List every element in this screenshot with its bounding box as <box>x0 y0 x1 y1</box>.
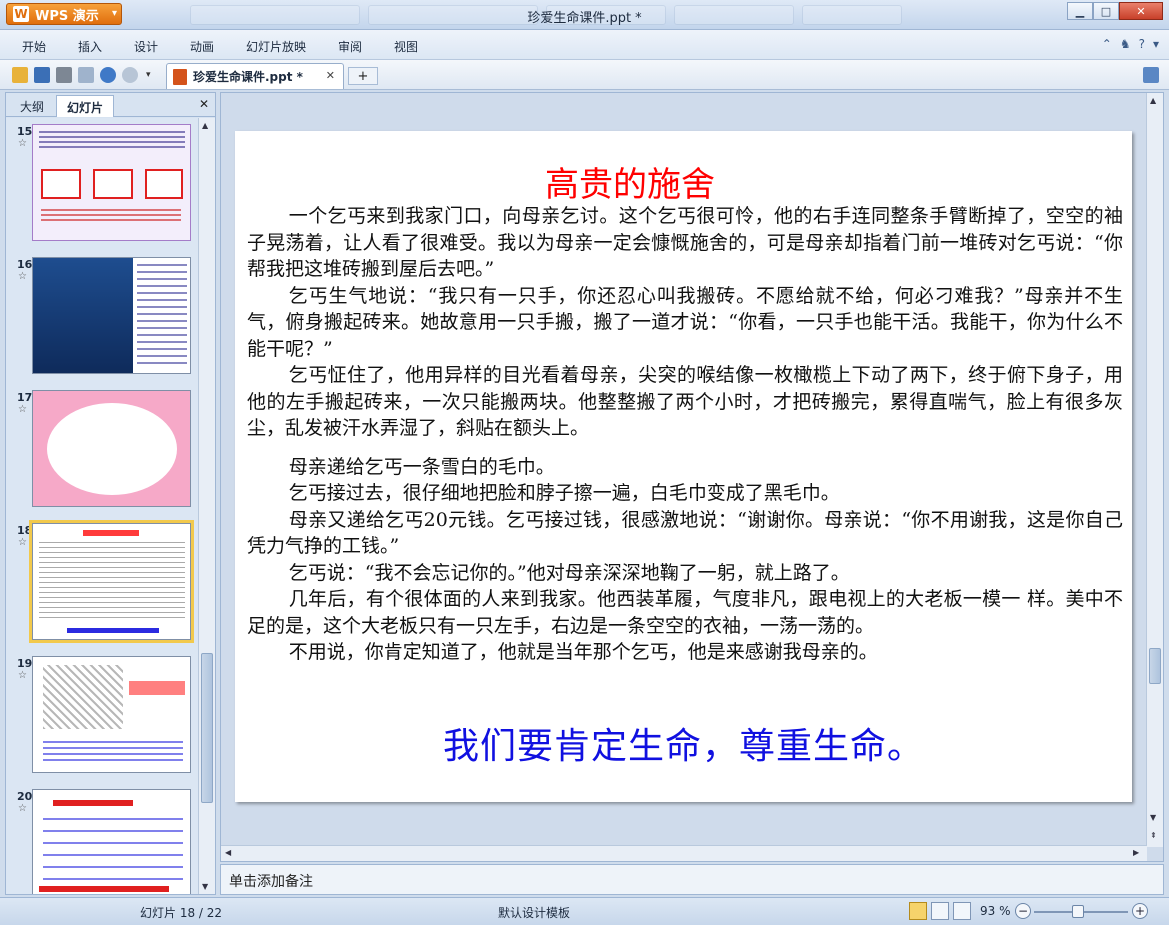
notes-pane[interactable]: 单击添加备注 <box>220 864 1164 895</box>
undo-icon[interactable] <box>100 67 116 83</box>
thumbnail-number: 18 <box>17 524 33 537</box>
menu-animation[interactable]: 动画 <box>190 38 214 55</box>
minimize-button[interactable]: ▁ <box>1067 2 1093 20</box>
scrollbar-thumb[interactable] <box>201 653 213 803</box>
status-bar: 幻灯片 18 / 22 默认设计模板 93 % − + <box>0 897 1169 925</box>
quick-access-toolbar: ▾ 珍爱生命课件.ppt * ✕ + <box>0 60 1169 90</box>
editor-vertical-scrollbar[interactable]: ▲ ▼ ⇞ <box>1146 93 1163 847</box>
presentation-file-icon <box>173 68 187 85</box>
slide-thumbnail-selected[interactable] <box>29 520 194 643</box>
zoom-slider-handle[interactable] <box>1072 905 1084 918</box>
menu-insert[interactable]: 插入 <box>78 38 102 55</box>
normal-view-icon[interactable] <box>909 902 927 920</box>
print-preview-icon[interactable] <box>78 67 94 83</box>
slide-counter: 幻灯片 18 / 22 <box>140 906 223 920</box>
menu-review[interactable]: 审阅 <box>338 38 362 55</box>
animation-star-icon: ☆ <box>18 803 27 814</box>
thumbnail-list: 15 ☆ 16 ☆ 17 ☆ 18 ☆ 19 ☆ 20 ☆ <box>6 118 198 894</box>
maximize-button[interactable]: □ <box>1093 2 1119 20</box>
scroll-up-icon[interactable]: ▲ <box>202 121 208 130</box>
menu-bar: 开始 插入 设计 动画 幻灯片放映 审阅 视图 ⌃ ♞ ? ▾ <box>0 30 1169 60</box>
tab-slides[interactable]: 幻灯片 <box>56 95 115 117</box>
zoom-out-icon[interactable]: − <box>1015 903 1031 919</box>
zoom-level: 93 % <box>980 904 1011 918</box>
scroll-left-icon[interactable]: ◀ <box>225 848 231 857</box>
thumbnail-scrollbar[interactable]: ▲ ▼ <box>198 118 215 894</box>
thumbnail-number: 16 <box>17 258 33 271</box>
animation-star-icon: ☆ <box>18 404 27 415</box>
print-icon[interactable] <box>56 67 72 83</box>
paragraph: 乞丐接过去，很仔细地把脸和脖子擦一遍，白毛巾变成了黑毛巾。 <box>288 482 840 504</box>
save-icon[interactable] <box>34 67 50 83</box>
slide-body-text[interactable]: 一个乞丐来到我家门口，向母亲乞讨。这个乞丐很可怜，他的右手连同整条手臂断掉了，空… <box>247 203 1123 666</box>
zoom-in-icon[interactable]: + <box>1132 903 1148 919</box>
paragraph: 母亲递给乞丐一条雪白的毛巾。 <box>288 455 555 478</box>
panel-tabs: 大纲 幻灯片 ✕ <box>6 93 215 117</box>
slide-thumbnail[interactable] <box>32 124 191 241</box>
thumbnail-number: 15 <box>17 125 33 138</box>
scroll-down-icon[interactable]: ▼ <box>202 882 208 891</box>
chevron-up-icon[interactable]: ⌃ <box>1102 37 1112 51</box>
close-tab-icon[interactable]: ✕ <box>326 69 335 82</box>
menu-design[interactable]: 设计 <box>134 38 158 55</box>
scrollbar-thumb[interactable] <box>1149 648 1161 684</box>
slide-thumbnail[interactable] <box>32 789 191 894</box>
paragraph: 不用说，你肯定知道了，他就是当年那个乞丐，他是来感谢我母亲的。 <box>288 641 878 663</box>
design-template-name: 默认设计模板 <box>498 906 571 920</box>
close-panel-icon[interactable]: ✕ <box>199 97 209 111</box>
slide-sorter-view-icon[interactable] <box>931 902 949 920</box>
scroll-up-icon[interactable]: ▲ <box>1150 96 1156 105</box>
slide-thumbnail[interactable] <box>32 390 191 507</box>
slide-footer-slogan[interactable]: 我们要肯定生命，尊重生命。 <box>235 717 1132 769</box>
document-tab-label: 珍爱生命课件.ppt * <box>193 70 303 84</box>
slide-thumbnail[interactable] <box>32 257 191 374</box>
previous-slide-icon[interactable]: ⇞ <box>1150 831 1157 840</box>
animation-star-icon: ☆ <box>18 138 27 149</box>
slides-panel: 大纲 幻灯片 ✕ 15 ☆ 16 ☆ 17 ☆ 18 ☆ 19 ☆ 20 ☆ ▲… <box>5 92 216 895</box>
paragraph: 乞丐生气地说：“我只有一只手，你还忍心叫我搬砖。不愿给就不给，何必刁难我？”母亲… <box>247 284 1123 360</box>
paragraph: 一个乞丐来到我家门口，向母亲乞讨。这个乞丐很可怜，他的右手连同整条手臂断掉了，空… <box>247 205 1123 280</box>
window-title: 珍爱生命课件.ppt * <box>527 11 642 26</box>
slideshow-view-icon[interactable] <box>953 902 971 920</box>
thumbnail-number: 20 <box>17 790 33 803</box>
paragraph: 几年后，有个很体面的人来到我家。他西装革履，气度非凡，跟电视上的大老板一模一 样… <box>247 588 1123 637</box>
customize-dropdown-icon[interactable]: ▾ <box>146 70 156 80</box>
menu-view[interactable]: 视图 <box>394 38 418 55</box>
dropdown-arrow-icon[interactable]: ▾ <box>1153 37 1159 51</box>
animation-star-icon: ☆ <box>18 537 27 548</box>
notes-placeholder: 单击添加备注 <box>229 874 313 890</box>
slide-title[interactable]: 高贵的施舍 <box>235 157 1025 206</box>
thumbnail-number: 19 <box>17 657 33 670</box>
animation-star-icon: ☆ <box>18 670 27 681</box>
redo-icon[interactable] <box>122 67 138 83</box>
skin-icon[interactable]: ♞ <box>1120 37 1131 51</box>
slide-editor: 高贵的施舍 一个乞丐来到我家门口，向母亲乞讨。这个乞丐很可怜，他的右手连同整条手… <box>220 92 1164 862</box>
thumbnail-number: 17 <box>17 391 33 404</box>
document-tab[interactable]: 珍爱生命课件.ppt * ✕ <box>166 63 344 89</box>
menu-start[interactable]: 开始 <box>22 38 46 55</box>
menu-right-controls: ⌃ ♞ ? ▾ <box>1102 37 1159 51</box>
window-controls: ▁ □ ✕ <box>1067 2 1163 20</box>
paragraph: 乞丐怔住了，他用异样的目光看着母亲，尖突的喉结像一枚橄榄上下动了两下，终于俯下身… <box>247 364 1123 439</box>
slide-canvas[interactable]: 高贵的施舍 一个乞丐来到我家门口，向母亲乞讨。这个乞丐很可怜，他的右手连同整条手… <box>235 131 1132 802</box>
tab-outline[interactable]: 大纲 <box>10 95 54 117</box>
close-button[interactable]: ✕ <box>1119 2 1163 20</box>
animation-star-icon: ☆ <box>18 271 27 282</box>
slide-thumbnail[interactable] <box>32 656 191 773</box>
title-bar: W WPS 演示 ▾ 珍爱生命课件.ppt * ▁ □ ✕ <box>0 0 1169 30</box>
menu-slideshow[interactable]: 幻灯片放映 <box>246 38 306 55</box>
scroll-right-icon[interactable]: ▶ <box>1133 848 1139 857</box>
paragraph: 母亲又递给乞丐20元钱。乞丐接过钱，很感激地说：“谢谢你。母亲说：“你不用谢我，… <box>247 508 1123 558</box>
paragraph: 乞丐说：“我不会忘记你的。”他对母亲深深地鞠了一躬，就上路了。 <box>288 561 850 584</box>
help-icon[interactable]: ? <box>1139 37 1145 51</box>
panel-toggle-icon[interactable] <box>1143 67 1159 83</box>
open-folder-icon[interactable] <box>12 67 28 83</box>
new-tab-button[interactable]: + <box>348 67 378 85</box>
editor-horizontal-scrollbar[interactable]: ◀ ▶ <box>221 845 1147 861</box>
scroll-down-icon[interactable]: ▼ <box>1150 813 1156 822</box>
